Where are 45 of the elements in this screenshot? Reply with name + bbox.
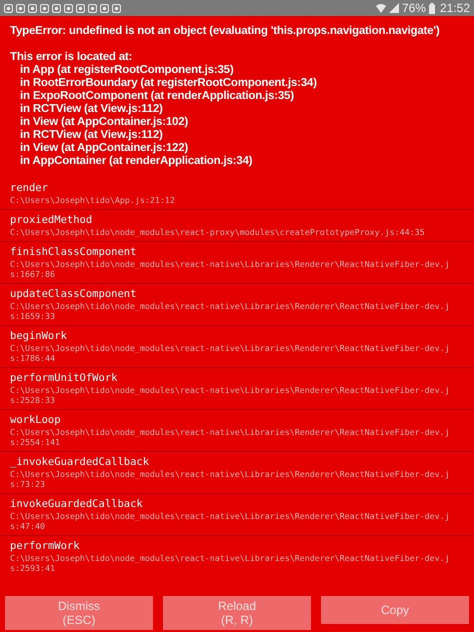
- notification-icon: [100, 4, 109, 12]
- component-stack-line: in AppContainer (at renderApplication.js:34): [19, 155, 254, 168]
- stack-frame-file-path: C:\Users\Joseph\tido\node_modules\react-native\Libraries\Renderer\ReactNativeFiber-dev.js:2554:141: [10, 427, 451, 447]
- notification-icon: [16, 4, 25, 12]
- stack-frame-method: render: [10, 182, 49, 195]
- component-stack-line: in View (at AppContainer.js:122): [19, 142, 190, 155]
- stack-frame-file-path: C:\Users\Joseph\tido\node_modules\react-native\Libraries\Renderer\ReactNativeFiber-dev.js:1667:86: [10, 259, 451, 279]
- stack-frame-file-path: C:\Users\Joseph\tido\node_modules\react-native\Libraries\Renderer\ReactNativeFiber-dev.js:47:40: [10, 511, 451, 531]
- stack-frame-method: _invokeGuardedCallback: [10, 456, 150, 469]
- component-stack-line: in App (at registerRootComponent.js:35): [19, 64, 234, 77]
- notification-icon: [112, 4, 121, 12]
- stack-frame-method: performWork: [10, 540, 81, 553]
- signal-icon: [388, 3, 399, 13]
- stack-frame-file-path: C:\Users\Joseph\tido\node_modules\react-native\Libraries\Renderer\ReactNativeFiber-dev.js:2528:33: [10, 385, 451, 405]
- stack-frame-file-path: C:\Users\Joseph\tido\node_modules\react-native\Libraries\Renderer\ReactNativeFiber-dev.js:1659:33: [10, 301, 451, 321]
- error-message: TypeError: undefined is not an object (evaluating 'this.props.navigation.navigate'): [10, 25, 441, 38]
- stack-frame-method: performUnitOfWork: [10, 372, 118, 385]
- clock-time: 21:52: [440, 1, 470, 15]
- stack-frame-file-path: C:\Users\Joseph\tido\node_modules\react-native\Libraries\Renderer\ReactNativeFiber-dev.js:1786:44: [10, 343, 451, 363]
- stack-frame-file-path: C:\Users\Joseph\tido\node_modules\react-native\Libraries\Renderer\ReactNativeFiber-dev.js:73:23: [10, 469, 451, 489]
- notification-icon: [64, 4, 73, 12]
- component-stack-line: in RCTView (at View.js:112): [19, 103, 164, 116]
- notification-icon: [76, 4, 85, 12]
- error-location-heading: This error is located at:: [10, 51, 134, 64]
- stack-frame-method: finishClassComponent: [10, 246, 138, 259]
- stack-frame-file-path: C:\Users\Joseph\tido\node_modules\react-native\Libraries\Renderer\ReactNativeFiber-dev.js:2593:41: [10, 553, 451, 573]
- component-stack-line: in RootErrorBoundary (at registerRootComponent.js:34): [19, 77, 318, 90]
- battery-percentage: 76%: [402, 1, 426, 15]
- wifi-icon: [376, 3, 386, 13]
- stack-frame-method: workLoop: [10, 414, 62, 427]
- notification-icon: [88, 4, 97, 12]
- stack-frame-method: invokeGuardedCallback: [10, 498, 144, 511]
- battery-icon: [428, 2, 435, 14]
- component-stack-line: in View (at AppContainer.js:102): [19, 116, 190, 129]
- notification-icon: [4, 4, 13, 12]
- notification-icon: [40, 4, 49, 12]
- component-stack-line: in RCTView (at View.js:112): [19, 129, 164, 142]
- stack-frame-method: beginWork: [10, 330, 68, 343]
- notification-icon: [28, 4, 37, 12]
- stack-frame-method: updateClassComponent: [10, 288, 138, 301]
- stack-frame-file-path: C:\Users\Joseph\tido\App.js:21:12: [10, 195, 176, 205]
- stack-frame-method: proxiedMethod: [10, 214, 94, 227]
- component-stack-line: in ExpoRootComponent (at renderApplication.js:35): [19, 90, 295, 103]
- notification-icon: [52, 4, 61, 12]
- stack-frame-file-path: C:\Users\Joseph\tido\node_modules\react-proxy\modules\createPrototypeProxy.js:44:35: [10, 227, 426, 237]
